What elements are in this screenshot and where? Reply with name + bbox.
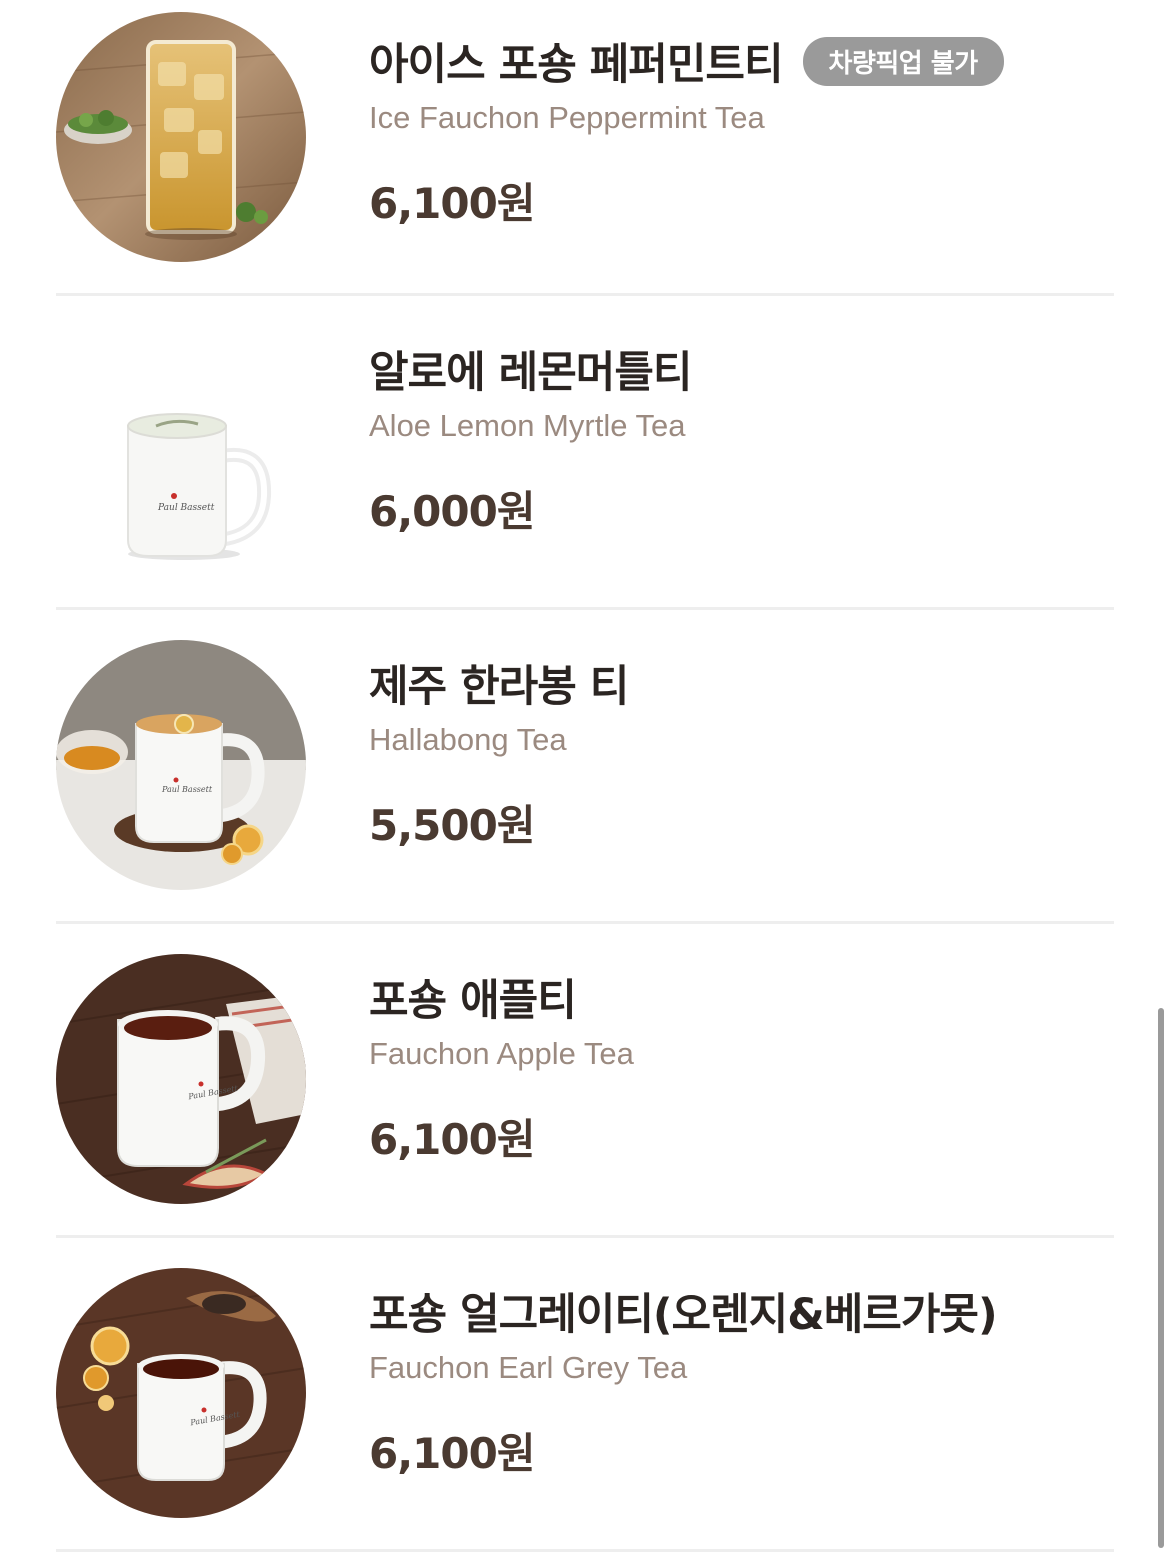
white-mug-icon: Paul Bassett xyxy=(56,326,306,576)
menu-item-price: 6,100원 xyxy=(369,1429,536,1478)
menu-item-fauchon-earl-grey-tea[interactable]: Paul Bassett 포숑 얼그레이티(오렌지&베르가못) Fauchon … xyxy=(56,1238,1114,1552)
menu-item-english-name: Fauchon Apple Tea xyxy=(369,1036,634,1071)
apple-tea-mug-icon: Paul Bassett xyxy=(56,954,306,1204)
name-row: 아이스 포숑 페퍼민트티 차량픽업 불가 xyxy=(369,30,1114,92)
menu-item-english-name: Aloe Lemon Myrtle Tea xyxy=(369,408,686,443)
name-row: 포숑 얼그레이티(오렌지&베르가못) xyxy=(369,1280,1114,1342)
menu-item-info: 포숑 애플티 Fauchon Apple Tea 6,100원 xyxy=(369,966,1114,1167)
menu-item-price: 6,000원 xyxy=(369,487,536,536)
name-row: 알로에 레몬머틀티 xyxy=(369,338,1114,400)
vertical-scrollbar[interactable] xyxy=(1158,1008,1164,1548)
menu-item-price: 6,100원 xyxy=(369,179,536,228)
menu-item-info: 알로에 레몬머틀티 Aloe Lemon Myrtle Tea 6,000원 xyxy=(369,338,1114,539)
menu-item-name: 포숑 얼그레이티(오렌지&베르가못) xyxy=(369,1290,998,1340)
menu-item-info: 제주 한라봉 티 Hallabong Tea 5,500원 xyxy=(369,652,1114,853)
menu-item-fauchon-apple-tea[interactable]: Paul Bassett 포숑 애플티 Fauchon Apple Tea 6,… xyxy=(56,924,1114,1238)
name-row: 포숑 애플티 xyxy=(369,966,1114,1028)
menu-item-aloe-lemon-myrtle-tea[interactable]: Paul Bassett 알로에 레몬머틀티 Aloe Lemon Myrtle… xyxy=(56,296,1114,610)
menu-item-name: 아이스 포숑 페퍼민트티 xyxy=(369,40,784,90)
menu-list: 아이스 포숑 페퍼민트티 차량픽업 불가 Ice Fauchon Pepperm… xyxy=(56,0,1114,1552)
iced-tea-glass-icon xyxy=(56,12,306,262)
svg-text:Paul Bassett: Paul Bassett xyxy=(157,503,215,513)
pickup-unavailable-badge: 차량픽업 불가 xyxy=(802,36,1004,86)
earl-grey-mug-icon: Paul Bassett xyxy=(56,1268,306,1518)
citrus-tea-mug-icon: Paul Bassett xyxy=(56,640,306,890)
menu-item-hallabong-tea[interactable]: Paul Bassett 제주 한라봉 티 Hallabong Tea 5,50… xyxy=(56,610,1114,924)
menu-item-ice-peppermint-tea[interactable]: 아이스 포숑 페퍼민트티 차량픽업 불가 Ice Fauchon Pepperm… xyxy=(56,0,1114,296)
menu-item-name: 알로에 레몬머틀티 xyxy=(369,348,692,398)
name-row: 제주 한라봉 티 xyxy=(369,652,1114,714)
menu-item-name: 제주 한라봉 티 xyxy=(369,662,629,712)
menu-item-name: 포숑 애플티 xyxy=(369,976,577,1026)
menu-item-info: 아이스 포숑 페퍼민트티 차량픽업 불가 Ice Fauchon Pepperm… xyxy=(369,30,1114,231)
menu-item-price: 5,500원 xyxy=(369,801,536,850)
menu-item-english-name: Fauchon Earl Grey Tea xyxy=(369,1350,688,1385)
menu-item-english-name: Ice Fauchon Peppermint Tea xyxy=(369,100,765,135)
svg-text:Paul Bassett: Paul Bassett xyxy=(161,785,213,794)
menu-item-info: 포숑 얼그레이티(오렌지&베르가못) Fauchon Earl Grey Tea… xyxy=(369,1280,1114,1481)
menu-item-english-name: Hallabong Tea xyxy=(369,722,567,757)
menu-item-price: 6,100원 xyxy=(369,1115,536,1164)
